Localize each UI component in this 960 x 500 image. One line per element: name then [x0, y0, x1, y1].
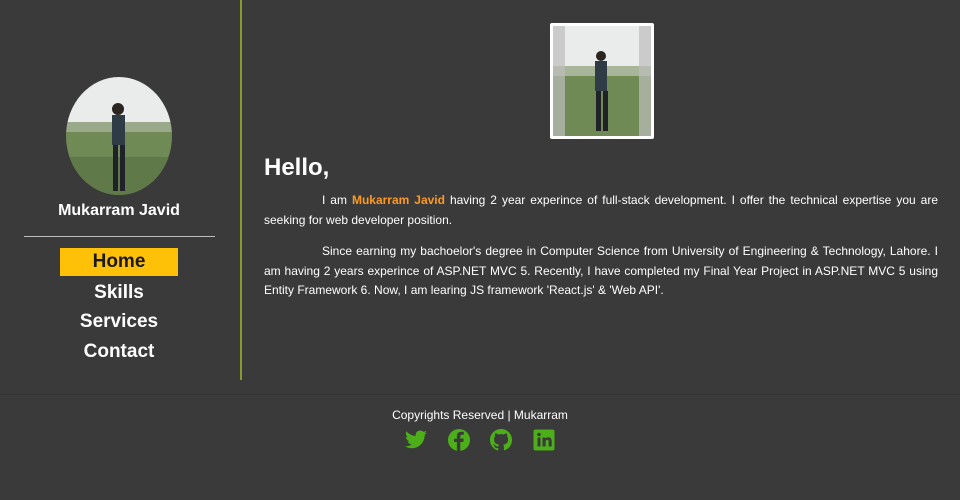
intro-paragraph: I am Mukarram Javid having 2 year experi… — [264, 191, 938, 230]
github-icon[interactable] — [489, 428, 513, 452]
twitter-icon[interactable] — [404, 428, 428, 452]
greeting-heading: Hello, — [264, 154, 330, 181]
nav-skills[interactable]: Skills — [0, 278, 238, 308]
social-links — [0, 428, 960, 452]
nav-contact[interactable]: Contact — [0, 337, 238, 367]
avatar — [66, 77, 172, 195]
sidebar-divider — [24, 236, 215, 237]
main-nav: Home Skills Services Contact — [0, 248, 238, 366]
sidebar: Mukarram Javid Home Skills Services Cont… — [0, 0, 242, 380]
highlight-name: Mukarram Javid — [351, 193, 445, 207]
intro-prefix: I am — [322, 193, 352, 207]
facebook-icon[interactable] — [447, 428, 471, 452]
linkedin-icon[interactable] — [532, 428, 556, 452]
education-paragraph: Since earning my bachoelor's degree in C… — [264, 244, 938, 297]
hero-photo — [550, 23, 654, 139]
main-content: Hello, I am Mukarram Javid having 2 year… — [242, 0, 960, 380]
footer-divider — [0, 394, 960, 395]
nav-home[interactable]: Home — [60, 248, 178, 276]
copyright-text: Copyrights Reserved | Mukarram — [392, 408, 568, 422]
nav-services[interactable]: Services — [0, 307, 238, 337]
profile-name: Mukarram Javid — [58, 202, 180, 219]
